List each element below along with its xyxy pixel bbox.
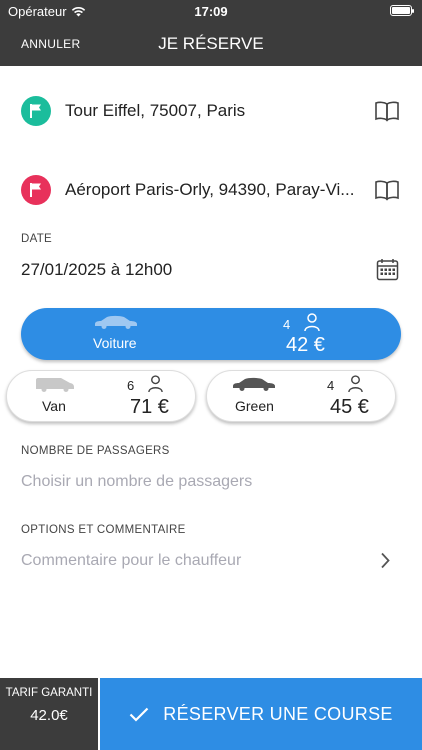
options-label: OPTIONS ET COMMENTAIRE [21,524,186,536]
car-icon [233,377,275,391]
vehicle-option-voiture[interactable]: Voiture 4 42 € [21,308,401,360]
van-icon [36,378,74,392]
car-icon [95,315,137,329]
dropoff-flag-icon [21,175,51,205]
status-bar: Opérateur 17:09 [0,0,422,22]
person-icon [348,375,363,393]
passengers-select[interactable]: Choisir un nombre de passagers [21,473,252,491]
checkmark-icon [130,707,149,722]
date-label: DATE [21,233,53,245]
passengers-label: NOMBRE DE PASSAGERS [21,445,170,457]
status-time: 17:09 [194,4,228,19]
pickup-flag-icon [21,96,51,126]
vehicle-name: Green [235,398,274,414]
vehicle-price: 71 € [130,396,169,418]
vehicle-price: 45 € [330,396,369,418]
battery-icon [390,5,414,16]
date-value[interactable]: 27/01/2025 à 12h00 [21,260,172,280]
person-icon [148,375,163,393]
book-icon[interactable] [374,179,400,201]
vehicle-option-green[interactable]: Green 4 45 € [206,370,396,422]
vehicle-option-van[interactable]: Van 6 71 € [6,370,196,422]
reserve-button-label: RÉSERVER UNE COURSE [163,703,393,724]
seat-count: 4 [327,378,335,393]
person-icon [304,313,320,332]
guaranteed-fare: TARIF GARANTI 42.0€ [0,678,98,750]
fare-value: 42.0€ [30,707,68,724]
book-icon[interactable] [374,100,400,122]
chevron-right-icon[interactable] [380,552,390,569]
reserve-button[interactable]: RÉSERVER UNE COURSE [100,678,422,750]
calendar-icon[interactable] [376,258,399,281]
vehicle-price: 42 € [286,334,325,356]
pickup-row[interactable]: Tour Eiffel, 75007, Paris [0,91,422,131]
vehicle-name: Voiture [93,335,137,351]
vehicle-name: Van [42,398,66,414]
comment-field[interactable]: Commentaire pour le chauffeur [21,552,241,570]
dropoff-address: Aéroport Paris-Orly, 94390, Paray-Vi... [65,180,355,199]
fare-label: TARIF GARANTI [5,687,93,699]
seat-count: 6 [127,378,135,393]
seat-count: 4 [283,317,291,332]
page-title: JE RÉSERVE [158,34,264,53]
nav-bar: ANNULER JE RÉSERVE [0,22,422,66]
pickup-address: Tour Eiffel, 75007, Paris [65,101,246,120]
dropoff-row[interactable]: Aéroport Paris-Orly, 94390, Paray-Vi... [0,170,422,210]
